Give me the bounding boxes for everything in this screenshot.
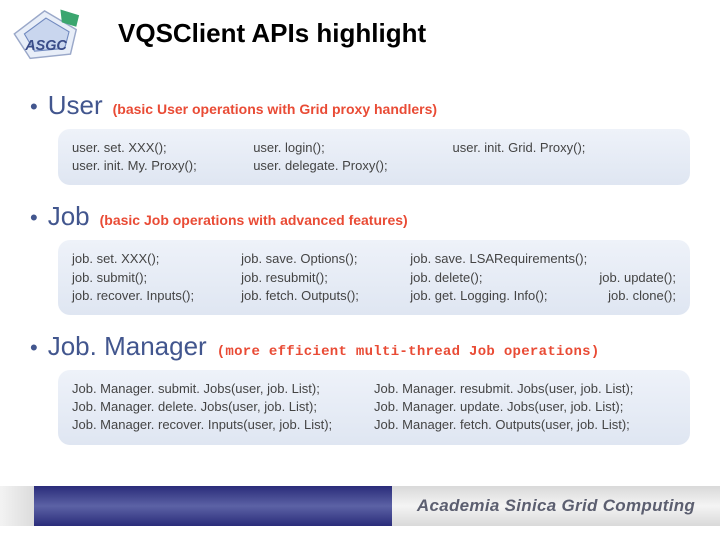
page-title: VQSClient APIs highlight [118, 18, 426, 49]
api-item: job. fetch. Outputs(); [241, 287, 410, 305]
asgc-logo: ASGC [10, 8, 82, 62]
section-jobmanager-desc: (more efficient multi-thread Job operati… [217, 344, 600, 360]
section-user-desc: (basic User operations with Grid proxy h… [113, 101, 437, 117]
bullet-icon: • [30, 207, 38, 229]
api-item: Job. Manager. delete. Jobs(user, job. Li… [72, 398, 374, 416]
content: • User (basic User operations with Grid … [30, 80, 700, 461]
api-item: user. init. Grid. Proxy(); [453, 139, 677, 157]
api-item: job. save. Options(); [241, 250, 410, 268]
user-api-box: user. set. XXX(); user. init. My. Proxy(… [58, 129, 690, 185]
bullet-icon: • [30, 96, 38, 118]
job-api-box: job. set. XXX(); job. submit(); job. rec… [58, 240, 690, 315]
api-item: job. delete(); [410, 269, 482, 287]
api-item: job. save. LSARequirements(); [410, 250, 676, 268]
api-item: Job. Manager. submit. Jobs(user, job. Li… [72, 380, 374, 398]
api-item: job. submit(); [72, 269, 241, 287]
footer-bar: Academia Sinica Grid Computing [0, 486, 720, 526]
api-item: Job. Manager. recover. Inputs(user, job.… [72, 416, 374, 434]
footer-text: Academia Sinica Grid Computing [392, 486, 720, 526]
section-job-head: • Job (basic Job operations with advance… [30, 201, 700, 232]
section-job-desc: (basic Job operations with advanced feat… [100, 212, 408, 228]
api-item: job. update(); [599, 269, 676, 287]
api-item: Job. Manager. fetch. Outputs(user, job. … [374, 416, 676, 434]
section-user-name: User [48, 90, 103, 121]
api-item: job. get. Logging. Info(); [410, 287, 547, 305]
api-item: job. set. XXX(); [72, 250, 241, 268]
api-item: user. delegate. Proxy(); [253, 157, 452, 175]
section-job-name: Job [48, 201, 90, 232]
api-item: user. init. My. Proxy(); [72, 157, 253, 175]
jobmanager-api-box: Job. Manager. submit. Jobs(user, job. Li… [58, 370, 690, 445]
api-item: Job. Manager. update. Jobs(user, job. Li… [374, 398, 676, 416]
footer-accent-left [0, 486, 34, 526]
section-jobmanager-name: Job. Manager [48, 331, 207, 362]
section-user-head: • User (basic User operations with Grid … [30, 90, 700, 121]
api-item: job. resubmit(); [241, 269, 410, 287]
logo-text: ASGC [24, 38, 67, 54]
api-item: user. set. XXX(); [72, 139, 253, 157]
section-jobmanager-head: • Job. Manager (more efficient multi-thr… [30, 331, 700, 362]
footer-accent-mid [34, 486, 392, 526]
api-item: job. clone(); [608, 287, 676, 305]
api-item: Job. Manager. resubmit. Jobs(user, job. … [374, 380, 676, 398]
api-item: job. recover. Inputs(); [72, 287, 241, 305]
api-item: user. login(); [253, 139, 452, 157]
bullet-icon: • [30, 337, 38, 359]
